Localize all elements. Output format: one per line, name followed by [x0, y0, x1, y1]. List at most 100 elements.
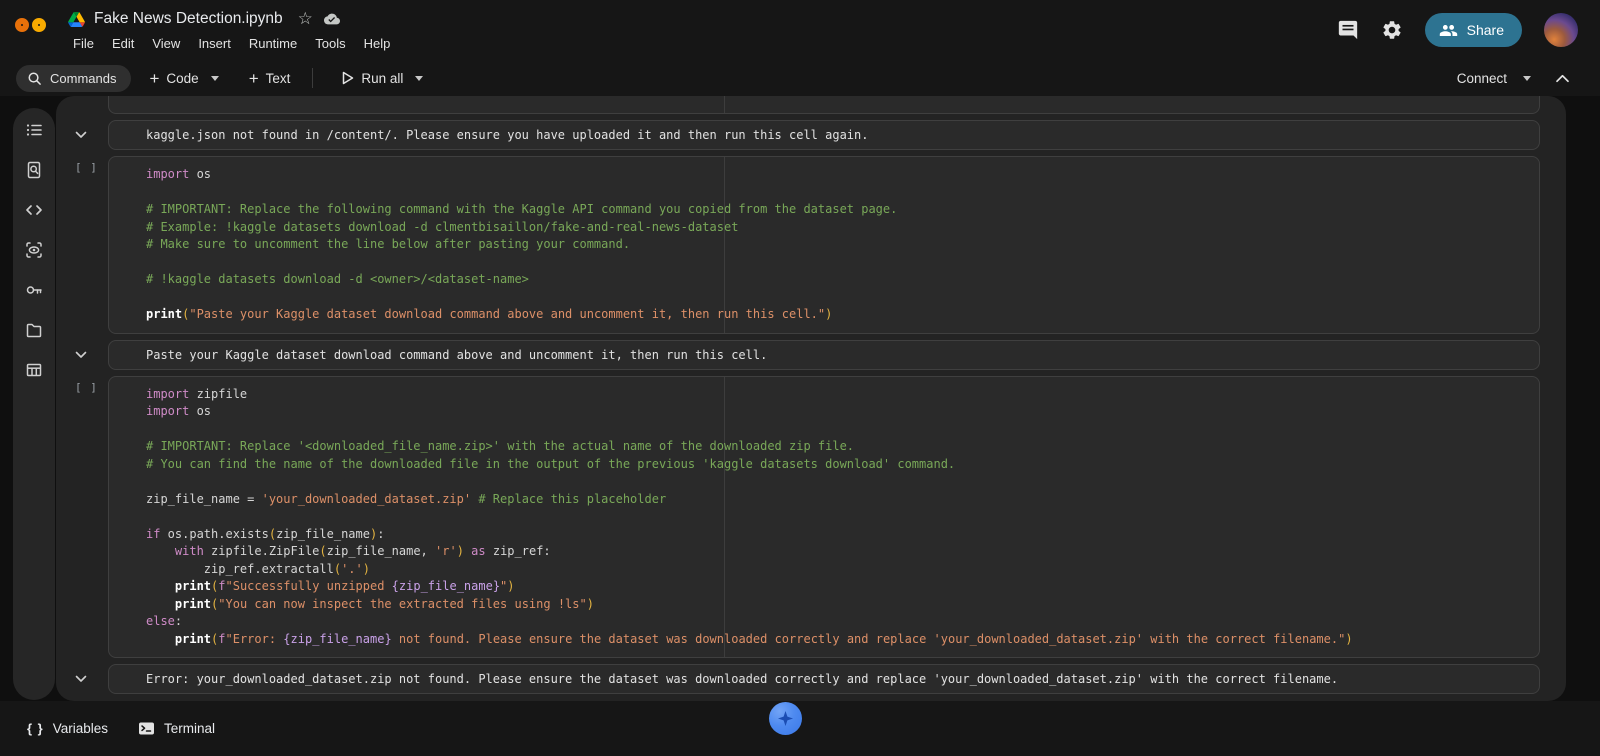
header-right: Share	[1337, 13, 1600, 47]
colab-logo-ring-right	[32, 18, 46, 32]
code-cell[interactable]: import os # IMPORTANT: Replace the follo…	[108, 156, 1540, 334]
run-all-dropdown-chevron-icon[interactable]	[415, 76, 423, 81]
code-line: # Make sure to uncomment the line below …	[109, 236, 1539, 254]
cells-container: kaggle.json not found in /content/. Plea…	[108, 96, 1540, 694]
code-line: zip_ref.extractall('.')	[109, 561, 1539, 579]
table-of-contents-icon[interactable]	[25, 121, 43, 139]
plus-icon: +	[149, 72, 159, 85]
gemini-spark-icon	[776, 709, 795, 728]
search-icon	[27, 71, 42, 86]
menu-item-help[interactable]: Help	[355, 34, 400, 53]
eye-scan-icon[interactable]	[25, 241, 43, 259]
run-cell-button[interactable]: [ ]	[75, 161, 98, 174]
play-icon	[341, 71, 354, 85]
code-line	[109, 421, 1539, 439]
code-line	[109, 473, 1539, 491]
code-line: else:	[109, 613, 1539, 631]
share-button[interactable]: Share	[1425, 13, 1522, 47]
files-folder-icon[interactable]	[25, 321, 43, 339]
code-line	[109, 184, 1539, 202]
menu-item-runtime[interactable]: Runtime	[240, 34, 306, 53]
code-cell-row: [ ]import os # IMPORTANT: Replace the fo…	[108, 156, 1540, 334]
code-line: # Example: !kaggle datasets download -d …	[109, 219, 1539, 237]
menu-item-file[interactable]: File	[64, 34, 103, 53]
title-block: Fake News Detection.ipynb ☆ FileEditView…	[68, 7, 399, 53]
code-line: # !kaggle datasets download -d <owner>/<…	[109, 271, 1539, 289]
braces-icon: { }	[27, 721, 44, 736]
find-and-replace-icon[interactable]	[25, 161, 43, 179]
star-icon[interactable]: ☆	[298, 9, 313, 29]
menu-item-insert[interactable]: Insert	[189, 34, 240, 53]
code-line: zip_file_name = 'your_downloaded_dataset…	[109, 491, 1539, 509]
menu-item-tools[interactable]: Tools	[306, 34, 354, 53]
gemini-spark-button[interactable]	[769, 702, 802, 735]
code-line: # You can find the name of the downloade…	[109, 456, 1539, 474]
collapse-output-chevron-icon[interactable]	[75, 351, 87, 359]
code-line: print("You can now inspect the extracted…	[109, 596, 1539, 614]
add-text-label: Text	[266, 71, 291, 86]
terminal-icon	[138, 721, 155, 736]
partial-cell-above	[108, 96, 1540, 114]
share-label: Share	[1467, 22, 1504, 38]
add-code-button[interactable]: + Code	[141, 67, 206, 90]
commands-button[interactable]: Commands	[16, 65, 131, 92]
code-line	[109, 254, 1539, 272]
avatar[interactable]	[1544, 13, 1578, 47]
left-sidebar	[13, 108, 55, 700]
toolbar-divider	[312, 68, 313, 88]
chevron-up-icon[interactable]	[1555, 73, 1570, 84]
drive-icon	[68, 12, 85, 27]
code-cell-row: [ ]import zipfileimport os # IMPORTANT: …	[108, 376, 1540, 659]
code-line: print("Paste your Kaggle dataset downloa…	[109, 306, 1539, 324]
output-text: kaggle.json not found in /content/. Plea…	[146, 128, 868, 142]
run-all-label: Run all	[361, 71, 403, 86]
connect-button[interactable]: Connect	[1451, 67, 1513, 90]
add-code-label: Code	[166, 71, 198, 86]
code-line: # IMPORTANT: Replace the following comma…	[109, 201, 1539, 219]
menu-item-view[interactable]: View	[143, 34, 189, 53]
share-people-icon	[1439, 21, 1458, 40]
collapse-output-chevron-icon[interactable]	[75, 675, 87, 683]
colab-logo-ring-left	[15, 18, 29, 32]
settings-gear-icon[interactable]	[1381, 19, 1403, 41]
output-cell-row: kaggle.json not found in /content/. Plea…	[108, 120, 1540, 150]
code-snippets-icon[interactable]	[25, 201, 43, 219]
output-cell[interactable]: kaggle.json not found in /content/. Plea…	[108, 120, 1540, 150]
code-line: # IMPORTANT: Replace '<downloaded_file_n…	[109, 438, 1539, 456]
plus-icon: +	[249, 72, 259, 85]
variables-label: Variables	[53, 721, 108, 736]
comments-icon[interactable]	[1337, 19, 1359, 41]
terminal-button[interactable]: Terminal	[138, 721, 215, 736]
code-line: with zipfile.ZipFile(zip_file_name, 'r')…	[109, 543, 1539, 561]
output-cell[interactable]: Paste your Kaggle dataset download comma…	[108, 340, 1540, 370]
code-cell[interactable]: import zipfileimport os # IMPORTANT: Rep…	[108, 376, 1540, 659]
code-line	[109, 508, 1539, 526]
code-dropdown-chevron-icon[interactable]	[211, 76, 219, 81]
statusbar: { } Variables Terminal	[0, 701, 1600, 756]
code-line: if os.path.exists(zip_file_name):	[109, 526, 1539, 544]
data-table-icon[interactable]	[25, 361, 43, 379]
collapse-output-chevron-icon[interactable]	[75, 131, 87, 139]
code-line: import os	[109, 403, 1539, 421]
run-cell-button[interactable]: [ ]	[75, 381, 98, 394]
connect-dropdown-chevron-icon[interactable]	[1523, 76, 1531, 81]
variables-button[interactable]: { } Variables	[27, 721, 108, 736]
cloud-saved-icon[interactable]	[322, 11, 342, 27]
secrets-key-icon[interactable]	[25, 281, 43, 299]
add-text-button[interactable]: + Text	[241, 67, 299, 90]
header: Fake News Detection.ipynb ☆ FileEditView…	[0, 0, 1600, 60]
output-text: Error: your_downloaded_dataset.zip not f…	[146, 672, 1338, 686]
output-cell-row: Paste your Kaggle dataset download comma…	[108, 340, 1540, 370]
colab-logo[interactable]	[14, 13, 58, 47]
menubar: FileEditViewInsertRuntimeToolsHelp	[64, 34, 399, 53]
output-cell[interactable]: Error: your_downloaded_dataset.zip not f…	[108, 664, 1540, 694]
code-line: print(f"Successfully unzipped {zip_file_…	[109, 578, 1539, 596]
run-all-button[interactable]: Run all	[333, 67, 411, 90]
notebook-title[interactable]: Fake News Detection.ipynb	[94, 10, 283, 28]
code-line: print(f"Error: {zip_file_name} not found…	[109, 631, 1539, 649]
commands-label: Commands	[50, 71, 116, 86]
toolbar-right: Connect	[1451, 67, 1600, 90]
code-line: import zipfile	[109, 386, 1539, 404]
menu-item-edit[interactable]: Edit	[103, 34, 143, 53]
output-text: Paste your Kaggle dataset download comma…	[146, 348, 767, 362]
